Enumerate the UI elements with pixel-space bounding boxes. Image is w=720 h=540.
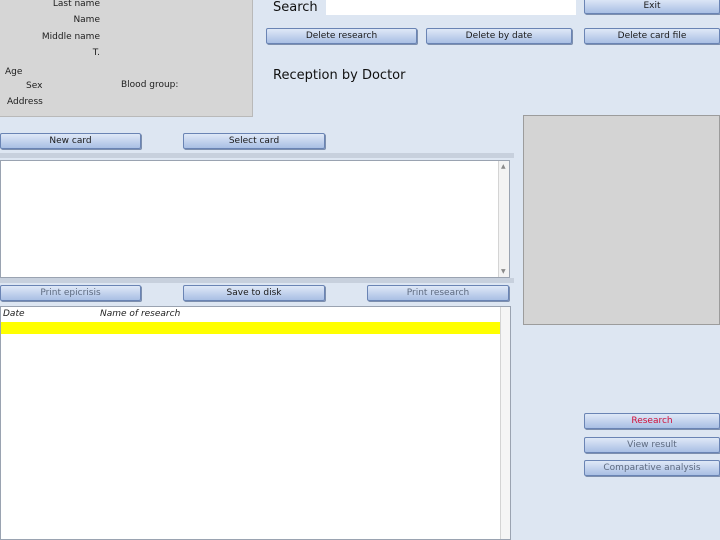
column-header-name-of-research[interactable]: Name of research	[100, 309, 180, 319]
middle-name-label: Middle name	[41, 32, 100, 42]
new-card-button[interactable]: New card	[0, 133, 141, 149]
view-result-button[interactable]: View result	[584, 437, 720, 453]
print-research-button[interactable]: Print research	[367, 285, 509, 301]
sex-label: Sex	[26, 81, 43, 91]
table-scrollbar[interactable]	[500, 307, 510, 539]
patient-info-panel: Last name Name Middle name T. Age Sex Bl…	[0, 0, 253, 117]
blood-group-label: Blood group:	[121, 80, 179, 90]
search-label: Search	[273, 0, 318, 15]
search-input[interactable]	[326, 0, 576, 15]
column-header-date[interactable]: Date	[3, 309, 25, 319]
delete-research-button[interactable]: Delete research	[266, 28, 417, 44]
epicrisis-text-area[interactable]: ▲ ▼	[0, 160, 510, 278]
scroll-down-icon[interactable]: ▼	[501, 268, 506, 275]
exit-button[interactable]: Exit	[584, 0, 720, 14]
research-table[interactable]: Date Name of research	[0, 306, 511, 540]
scroll-up-icon[interactable]: ▲	[501, 163, 506, 170]
research-button[interactable]: Research	[584, 413, 720, 429]
last-name-label: Last name	[52, 0, 100, 9]
section-title: Reception by Doctor	[273, 68, 406, 83]
print-epicrisis-button[interactable]: Print epicrisis	[0, 285, 141, 301]
name-label: Name	[73, 15, 100, 25]
comparative-analysis-button[interactable]: Comparative analysis	[584, 460, 720, 476]
image-preview-panel	[523, 115, 720, 325]
t-label: T.	[92, 48, 100, 58]
separator	[0, 278, 514, 283]
table-row[interactable]	[1, 322, 510, 334]
separator	[0, 153, 514, 158]
save-to-disk-button[interactable]: Save to disk	[183, 285, 325, 301]
age-label: Age	[5, 67, 23, 77]
address-label: Address	[7, 97, 43, 107]
delete-card-file-button[interactable]: Delete card file	[584, 28, 720, 44]
delete-by-date-button[interactable]: Delete by date	[426, 28, 572, 44]
table-header: Date Name of research	[1, 307, 510, 321]
select-card-button[interactable]: Select card	[183, 133, 325, 149]
text-area-scrollbar[interactable]: ▲ ▼	[498, 161, 509, 277]
